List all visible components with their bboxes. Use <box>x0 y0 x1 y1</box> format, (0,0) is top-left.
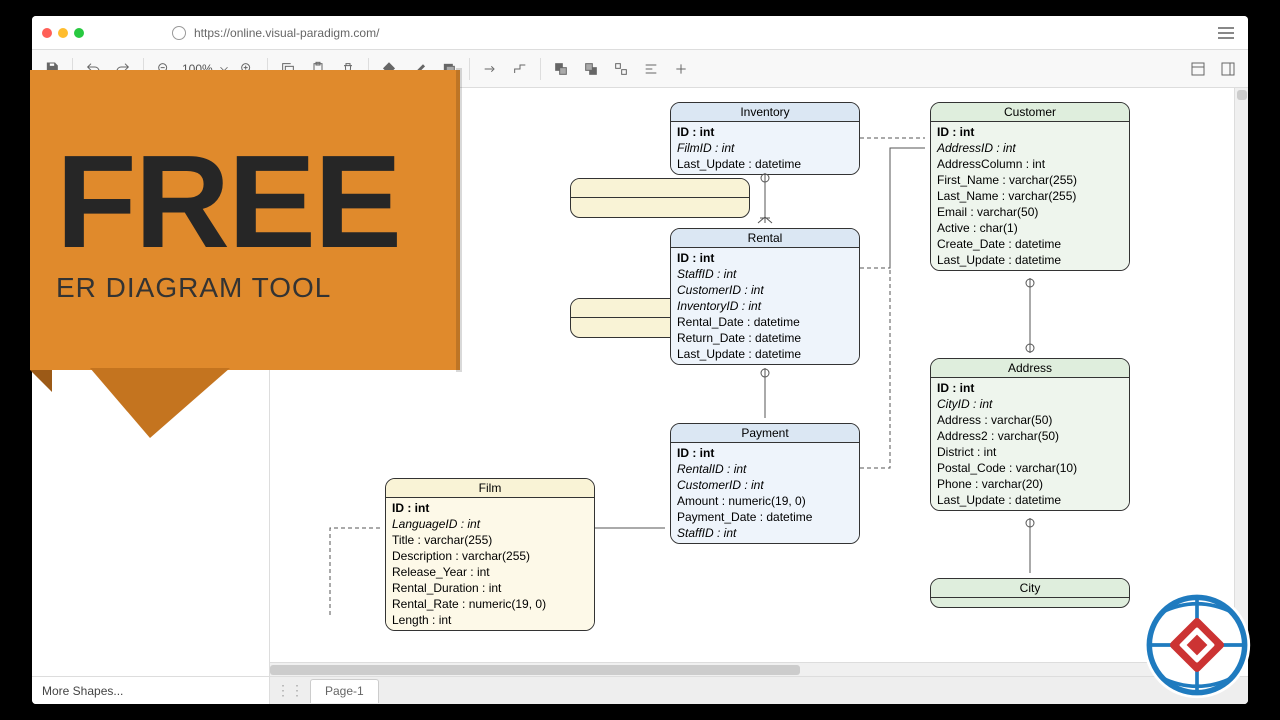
minimize-icon[interactable] <box>58 28 68 38</box>
entity-title: Address <box>931 359 1129 378</box>
entity-field: RentalID : int <box>677 461 853 477</box>
entity-customer[interactable]: Customer ID : intAddressID : intAddressC… <box>930 102 1130 271</box>
format-panel-icon[interactable] <box>1184 55 1212 83</box>
entity-rental[interactable]: Rental ID : intStaffID : intCustomerID :… <box>670 228 860 365</box>
entity-placeholder[interactable] <box>570 178 750 218</box>
entity-field: Length : int <box>392 612 588 628</box>
entity-field: Description : varchar(255) <box>392 548 588 564</box>
page-drag-handle-icon[interactable]: ⋮⋮ <box>276 682 304 699</box>
url-field[interactable]: https://online.visual-paradigm.com/ <box>92 26 1206 40</box>
vertical-scrollbar[interactable] <box>1234 88 1248 662</box>
entity-field: Rental_Duration : int <box>392 580 588 596</box>
page-tab[interactable]: Page-1 <box>310 679 379 703</box>
entity-field: Address2 : varchar(50) <box>937 428 1123 444</box>
entity-field: ID : int <box>937 380 1123 396</box>
site-info-icon <box>172 26 186 40</box>
entity-field: CustomerID : int <box>677 282 853 298</box>
entity-field: Payment_Date : datetime <box>677 509 853 525</box>
entity-field: Phone : varchar(20) <box>937 476 1123 492</box>
entity-field: Last_Update : datetime <box>937 492 1123 508</box>
promo-badge: FREE ER DIAGRAM TOOL <box>30 70 470 450</box>
entity-field: AddressID : int <box>937 140 1123 156</box>
entity-field: InventoryID : int <box>677 298 853 314</box>
to-front-icon[interactable] <box>547 55 575 83</box>
entity-field: ID : int <box>937 124 1123 140</box>
entity-title: City <box>931 579 1129 598</box>
entity-field: ID : int <box>392 500 588 516</box>
entity-field: CityID : int <box>937 396 1123 412</box>
entity-field: Rental_Date : datetime <box>677 314 853 330</box>
align-icon[interactable] <box>637 55 665 83</box>
entity-title: Rental <box>671 229 859 248</box>
entity-field: FilmID : int <box>677 140 853 156</box>
entity-field: Title : varchar(255) <box>392 532 588 548</box>
entity-city[interactable]: City <box>930 578 1130 608</box>
more-shapes-label: More Shapes... <box>42 684 123 698</box>
maximize-icon[interactable] <box>74 28 84 38</box>
entity-field: Last_Update : datetime <box>677 346 853 362</box>
entity-field: District : int <box>937 444 1123 460</box>
entity-field: Last_Name : varchar(255) <box>937 188 1123 204</box>
entity-field: Last_Update : datetime <box>677 156 853 172</box>
address-bar: https://online.visual-paradigm.com/ <box>32 16 1248 50</box>
window-controls <box>42 28 84 38</box>
connection-style-icon[interactable] <box>476 55 504 83</box>
entity-field: Postal_Code : varchar(10) <box>937 460 1123 476</box>
entity-field: Create_Date : datetime <box>937 236 1123 252</box>
entity-field: LanguageID : int <box>392 516 588 532</box>
entity-field: Release_Year : int <box>392 564 588 580</box>
entity-title: Payment <box>671 424 859 443</box>
entity-field: ID : int <box>677 250 853 266</box>
more-shapes-button[interactable]: More Shapes... <box>32 676 269 704</box>
to-back-icon[interactable] <box>577 55 605 83</box>
entity-film[interactable]: Film ID : intLanguageID : intTitle : var… <box>385 478 595 631</box>
entity-address[interactable]: Address ID : intCityID : intAddress : va… <box>930 358 1130 511</box>
entity-title: Film <box>386 479 594 498</box>
promo-subtitle: ER DIAGRAM TOOL <box>56 272 434 304</box>
entity-field: Last_Update : datetime <box>937 252 1123 268</box>
waypoint-style-icon[interactable] <box>506 55 534 83</box>
close-icon[interactable] <box>42 28 52 38</box>
entity-field: StaffID : int <box>677 525 853 541</box>
entity-field: Active : char(1) <box>937 220 1123 236</box>
entity-field: Return_Date : datetime <box>677 330 853 346</box>
entity-title: Inventory <box>671 103 859 122</box>
horizontal-scrollbar[interactable] <box>270 662 1234 676</box>
promo-title: FREE <box>56 136 434 268</box>
entity-inventory[interactable]: Inventory ID : intFilmID : intLast_Updat… <box>670 102 860 175</box>
entity-field: CustomerID : int <box>677 477 853 493</box>
entity-field: ID : int <box>677 445 853 461</box>
entity-field: Email : varchar(50) <box>937 204 1123 220</box>
outline-panel-icon[interactable] <box>1214 55 1242 83</box>
entity-title: Customer <box>931 103 1129 122</box>
entity-field: Amount : numeric(19, 0) <box>677 493 853 509</box>
entity-field: Rental_Rate : numeric(19, 0) <box>392 596 588 612</box>
entity-field: ID : int <box>677 124 853 140</box>
page-tabs: ⋮⋮ Page-1 <box>270 676 1248 704</box>
hamburger-menu-icon[interactable] <box>1214 21 1238 45</box>
visual-paradigm-logo-icon <box>1142 590 1252 700</box>
entity-field: StaffID : int <box>677 266 853 282</box>
entity-field: Address : varchar(50) <box>937 412 1123 428</box>
page-tab-label: Page-1 <box>325 684 364 698</box>
url-text: https://online.visual-paradigm.com/ <box>194 26 379 40</box>
group-icon[interactable] <box>607 55 635 83</box>
add-icon[interactable] <box>667 55 695 83</box>
entity-payment[interactable]: Payment ID : intRentalID : intCustomerID… <box>670 423 860 544</box>
entity-field: AddressColumn : int <box>937 156 1123 172</box>
entity-field: First_Name : varchar(255) <box>937 172 1123 188</box>
